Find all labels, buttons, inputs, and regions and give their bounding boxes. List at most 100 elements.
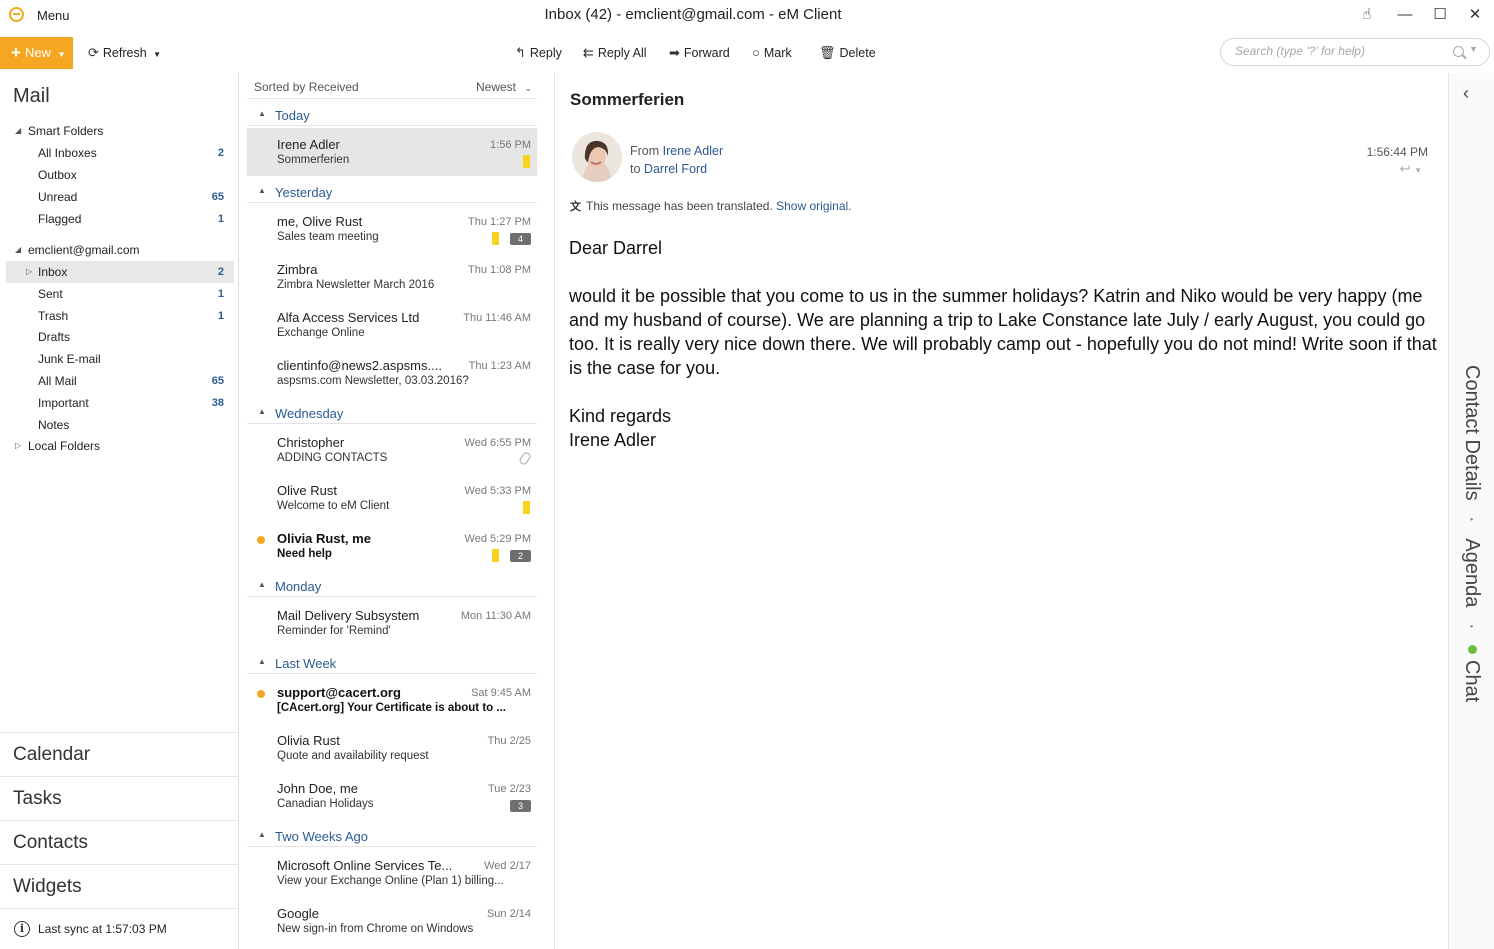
info-icon[interactable]: i: [14, 921, 30, 937]
message-sender: me, Olive Rust: [277, 214, 363, 229]
tab-agenda[interactable]: Agenda: [1461, 538, 1483, 607]
mark-circle-icon: ○: [752, 45, 760, 60]
message-row[interactable]: Microsoft Online Services Te... View your…: [247, 849, 537, 897]
message-row[interactable]: Olivia Rust, me Need help Wed 5:29 PM 2: [247, 522, 537, 570]
search-icon[interactable]: [1453, 46, 1464, 57]
quick-reply-icon[interactable]: ↩ ▼: [1400, 161, 1422, 177]
minimize-button[interactable]: —: [1390, 4, 1420, 26]
show-original-link[interactable]: Show original.: [776, 199, 851, 213]
tab-chat[interactable]: Chat: [1461, 645, 1483, 702]
reply-all-button[interactable]: ⇇ Reply All: [583, 45, 647, 61]
thread-count-badge: 2: [510, 550, 531, 562]
chevron-down-icon[interactable]: ▼: [1469, 44, 1478, 54]
folder-unread[interactable]: Unread 65: [6, 186, 234, 208]
close-button[interactable]: ✕: [1460, 4, 1490, 26]
message-row[interactable]: clientinfo@news2.aspsms.... aspsms.com Ne…: [247, 349, 537, 397]
message-row[interactable]: Olive Rust Welcome to eM Client Wed 5:33 P…: [247, 474, 537, 522]
maximize-button[interactable]: ☐: [1425, 4, 1455, 26]
date-group-header[interactable]: ▲ Last Week: [247, 652, 537, 674]
flag-icon[interactable]: [492, 232, 499, 245]
message-row[interactable]: Mail Delivery Subsystem Reminder for 'Rem…: [247, 599, 537, 647]
folder-important[interactable]: Important 38: [6, 392, 234, 414]
collapse-triangle-icon[interactable]: ▲: [258, 186, 266, 195]
nav-widgets[interactable]: Widgets: [0, 864, 239, 908]
sort-order-dropdown[interactable]: Newest ⌄: [476, 80, 532, 94]
mark-button[interactable]: ○ Mark: [752, 45, 792, 60]
account-label: emclient@gmail.com: [28, 243, 140, 257]
folder-all-mail[interactable]: All Mail 65: [6, 370, 234, 392]
local-folders-group[interactable]: ▷ Local Folders: [6, 435, 234, 457]
touch-mode-icon[interactable]: ☝: [1352, 4, 1382, 26]
folder-drafts[interactable]: Drafts: [6, 326, 234, 348]
from-line: From Irene Adler: [630, 144, 723, 158]
message-row[interactable]: support@cacert.org [CAcert.org] Your Cert…: [247, 676, 537, 724]
message-row[interactable]: Irene Adler Sommerferien 1:56 PM: [247, 128, 537, 176]
date-group-header[interactable]: ▲ Monday: [247, 575, 537, 597]
reply-all-icon: ⇇: [583, 45, 594, 60]
nav-tasks[interactable]: Tasks: [0, 776, 239, 820]
separator: ·: [1461, 516, 1483, 523]
nav-contacts[interactable]: Contacts: [0, 820, 239, 864]
date-group-header[interactable]: ▲ Today: [247, 104, 537, 126]
message-row[interactable]: me, Olive Rust Sales team meeting Thu 1:27…: [247, 205, 537, 253]
reply-button[interactable]: ↰ Reply: [515, 45, 562, 61]
expand-triangle-icon[interactable]: ▷: [15, 435, 21, 457]
collapse-triangle-icon[interactable]: ▲: [258, 407, 266, 416]
flag-icon[interactable]: [492, 549, 499, 562]
sender-name-link[interactable]: Irene Adler: [663, 144, 723, 158]
message-row[interactable]: Google New sign-in from Chrome on Windows…: [247, 897, 537, 945]
message-time: Thu 11:46 AM: [463, 312, 531, 324]
date-group-header[interactable]: ▲ Two Weeks Ago: [247, 825, 537, 847]
trash-icon: 🗑: [819, 45, 836, 60]
message-subject-preview: Zimbra Newsletter March 2016: [277, 279, 435, 291]
message-row[interactable]: Christopher ADDING CONTACTS Wed 6:55 PM: [247, 426, 537, 474]
message-row[interactable]: Zimbra Zimbra Newsletter March 2016 Thu 1:…: [247, 253, 537, 301]
sender-avatar[interactable]: [572, 132, 622, 182]
forward-button[interactable]: ➡ Forward: [669, 45, 730, 61]
new-button[interactable]: + New ▼: [0, 37, 73, 69]
flag-icon[interactable]: [523, 155, 530, 168]
message-subject-preview: [CAcert.org] Your Certificate is about t…: [277, 702, 506, 714]
chevron-down-icon: ▼: [57, 50, 66, 59]
online-status-icon: [1467, 645, 1477, 655]
refresh-button[interactable]: ⟳ Refresh ▼: [88, 45, 161, 61]
search-input[interactable]: [1235, 44, 1445, 58]
folder-flagged[interactable]: Flagged 1: [6, 208, 234, 230]
message-row[interactable]: Olivia Rust Quote and availability reques…: [247, 724, 537, 772]
message-row[interactable]: Alfa Access Services Ltd Exchange Online T…: [247, 301, 537, 349]
message-row[interactable]: John Doe, me Canadian Holidays Tue 2/23 3: [247, 772, 537, 820]
smart-folders-group[interactable]: ◢ Smart Folders: [6, 120, 234, 142]
tab-contact-details[interactable]: Contact Details: [1461, 365, 1483, 501]
flag-icon[interactable]: [523, 501, 530, 514]
folder-inbox[interactable]: ▷ Inbox 2: [6, 261, 234, 283]
recipient-name-link[interactable]: Darrel Ford: [644, 162, 707, 176]
sort-label[interactable]: Sorted by Received: [254, 80, 359, 94]
collapse-triangle-icon[interactable]: ▲: [258, 580, 266, 589]
refresh-icon: ⟳: [88, 45, 99, 60]
folder-outbox[interactable]: Outbox: [6, 164, 234, 186]
expand-triangle-icon[interactable]: ▷: [26, 261, 32, 283]
folder-label: Important: [38, 396, 89, 410]
folder-count: 65: [211, 191, 224, 203]
date-group-header[interactable]: ▲ Yesterday: [247, 181, 537, 203]
message-list: Sorted by Received Newest ⌄ ▲ Today Irene …: [240, 73, 555, 949]
folder-notes[interactable]: Notes: [6, 414, 234, 436]
collapse-triangle-icon[interactable]: ▲: [258, 830, 266, 839]
collapse-triangle-icon[interactable]: ▲: [258, 657, 266, 666]
nav-calendar[interactable]: Calendar: [0, 732, 239, 776]
collapse-triangle-icon[interactable]: ◢: [15, 239, 21, 261]
account-group[interactable]: ◢ emclient@gmail.com: [6, 239, 234, 261]
forward-icon: ➡: [669, 45, 680, 60]
chat-label: Chat: [1461, 660, 1483, 703]
folder-sent[interactable]: Sent 1: [6, 283, 234, 305]
search-box[interactable]: ▼: [1220, 38, 1490, 66]
folder-trash[interactable]: Trash 1: [6, 305, 234, 327]
folder-junk[interactable]: Junk E-mail: [6, 348, 234, 370]
message-time: Mon 11:30 AM: [460, 610, 531, 622]
delete-button[interactable]: 🗑 Delete: [819, 45, 876, 61]
folder-all-inboxes[interactable]: All Inboxes 2: [6, 142, 234, 164]
chevron-left-icon[interactable]: ‹: [1463, 83, 1469, 104]
collapse-triangle-icon[interactable]: ◢: [15, 120, 21, 142]
date-group-header[interactable]: ▲ Wednesday: [247, 402, 537, 424]
collapse-triangle-icon[interactable]: ▲: [258, 109, 266, 118]
